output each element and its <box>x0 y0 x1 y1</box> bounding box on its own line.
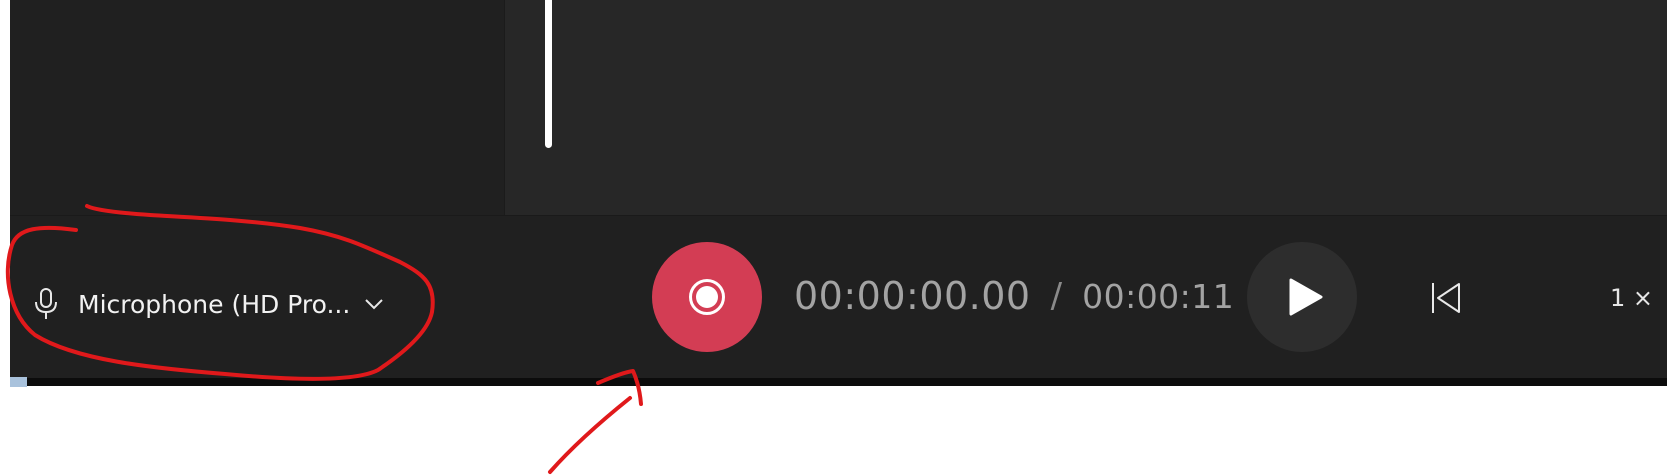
time-display: 00:00:00.00 / 00:00:11 <box>794 268 1234 324</box>
playback-speed-label: 1 × <box>1610 284 1654 312</box>
time-separator: / <box>1050 276 1063 316</box>
record-dot <box>696 286 718 308</box>
microphone-selector[interactable]: Microphone (HD Pro... <box>32 276 384 332</box>
annotation-arrow-shaft <box>548 396 632 474</box>
play-button[interactable] <box>1247 242 1357 352</box>
recordings-list-panel <box>10 0 504 215</box>
chevron-down-icon <box>365 299 383 310</box>
waveform-panel <box>504 0 1667 215</box>
microphone-icon <box>35 288 57 319</box>
record-button[interactable] <box>652 242 762 352</box>
record-icon <box>689 279 725 315</box>
transport-bar: Microphone (HD Pro... 00:00:00.00 / 00:0… <box>10 216 1667 378</box>
play-icon <box>1289 278 1323 316</box>
playhead-marker[interactable] <box>545 0 552 148</box>
microphone-label: Microphone (HD Pro... <box>78 289 351 319</box>
window-bottom-edge <box>10 378 1667 386</box>
skip-to-start-icon <box>1432 283 1460 313</box>
voice-recorder-window: Microphone (HD Pro... 00:00:00.00 / 00:0… <box>10 0 1667 386</box>
total-time: 00:00:11 <box>1082 276 1235 316</box>
resize-handle[interactable] <box>10 377 27 387</box>
skip-to-start-button[interactable] <box>1420 272 1472 324</box>
current-time: 00:00:00.00 <box>794 274 1031 318</box>
playback-speed-button[interactable]: 1 × <box>1610 274 1653 322</box>
screenshot: Microphone (HD Pro... 00:00:00.00 / 00:0… <box>0 0 1667 475</box>
